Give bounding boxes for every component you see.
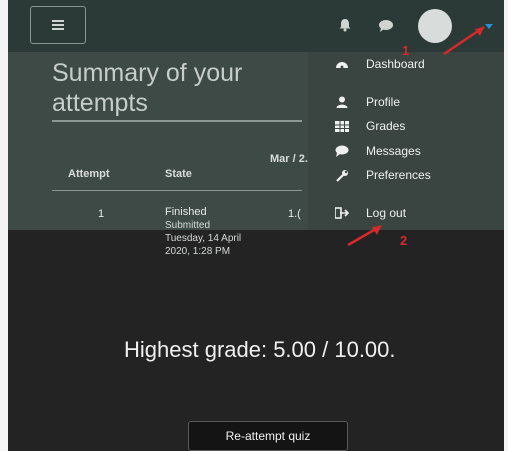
menu-item-label: Profile — [366, 95, 401, 109]
caret-down-icon[interactable] — [485, 22, 493, 30]
chat-icon[interactable] — [378, 19, 394, 32]
wrench-icon — [334, 167, 350, 183]
title-divider — [52, 120, 302, 122]
bell-icon[interactable] — [338, 18, 352, 32]
hamburger-icon — [52, 24, 64, 26]
menu-item-logout[interactable]: Log out — [334, 203, 406, 223]
submitted-date: Submitted Tuesday, 14 April 2020, 1:28 P… — [165, 220, 242, 257]
annotation-step-1: 1 — [402, 43, 410, 58]
user-icon — [334, 94, 350, 110]
table-header-divider — [52, 190, 302, 191]
menu-item-messages[interactable]: Messages — [334, 141, 421, 161]
state-finished: Finished — [165, 206, 207, 218]
menu-item-label: Dashboard — [366, 57, 425, 71]
menu-item-profile[interactable]: Profile — [334, 92, 400, 112]
attempt-number: 1 — [98, 208, 105, 220]
column-header-attempt: Attempt — [68, 168, 110, 180]
summary-title: Summary of your attempts — [52, 59, 243, 117]
column-header-state: State — [165, 168, 192, 180]
annotation-step-2: 2 — [400, 233, 408, 248]
menu-item-dashboard[interactable]: Dashboard — [334, 54, 425, 74]
menu-item-preferences[interactable]: Preferences — [334, 165, 431, 185]
logout-icon — [334, 205, 350, 221]
hamburger-menu-button[interactable] — [30, 6, 86, 44]
menu-item-label: Grades — [366, 119, 406, 133]
attempt-marks: 1.( — [288, 208, 301, 220]
attempt-state: Finished Submitted Tuesday, 14 April 202… — [165, 206, 245, 258]
menu-item-label: Log out — [366, 206, 407, 220]
top-navbar — [8, 0, 504, 52]
menu-item-grades[interactable]: Grades — [334, 116, 405, 136]
highest-grade: Highest grade: 5.00 / 10.00. — [124, 337, 396, 362]
menu-item-label: Preferences — [366, 168, 431, 182]
chat-icon — [334, 143, 350, 159]
quiz-summary-screen: Summary of your attempts Attempt State M… — [8, 0, 504, 451]
reattempt-quiz-button[interactable]: Re-attempt quiz — [188, 421, 348, 451]
dashboard-icon — [334, 56, 350, 72]
grid-icon — [334, 118, 350, 134]
menu-item-label: Messages — [366, 144, 421, 158]
avatar[interactable] — [418, 9, 452, 43]
column-header-marks: Mar / 2. — [270, 153, 308, 165]
